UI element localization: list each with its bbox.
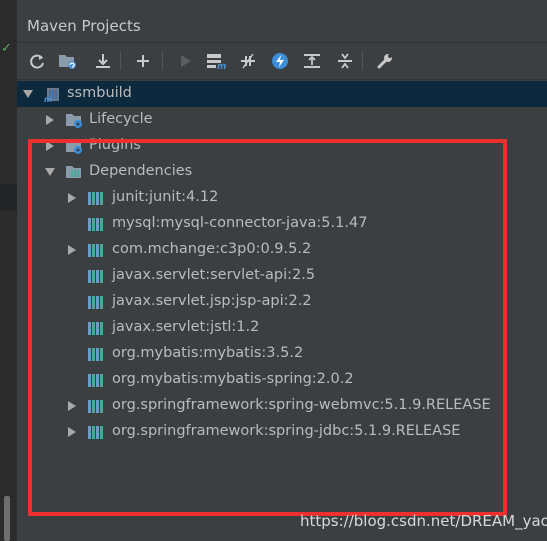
add-icon[interactable] bbox=[132, 50, 154, 72]
gutter-band bbox=[0, 184, 17, 210]
settings-wrench-icon[interactable] bbox=[374, 50, 396, 72]
toolbar-separator bbox=[162, 52, 163, 70]
tree-node-label: Lifecycle bbox=[89, 111, 153, 127]
collapsed-arrow-icon[interactable] bbox=[44, 114, 56, 126]
red-annotation-box bbox=[28, 139, 507, 516]
scrollbar[interactable] bbox=[4, 496, 10, 541]
watermark-text: https://blog.csdn.net/DREAM_yao bbox=[300, 512, 547, 530]
expand-arrow-icon[interactable] bbox=[22, 88, 34, 100]
maven-toolbar: m bbox=[17, 43, 547, 80]
svg-text:m: m bbox=[217, 62, 226, 70]
svg-text:m: m bbox=[44, 95, 52, 102]
tree-node-ssmbuild[interactable]: m ssmbuild bbox=[17, 81, 547, 107]
skip-tests-icon[interactable] bbox=[269, 50, 291, 72]
show-dependencies-icon[interactable] bbox=[301, 50, 323, 72]
execute-goal-icon[interactable]: m bbox=[205, 50, 227, 72]
maven-project-icon: m bbox=[44, 88, 59, 102]
lifecycle-folder-icon bbox=[66, 114, 82, 128]
panel-title: Maven Projects bbox=[27, 17, 141, 35]
tree-node-lifecycle[interactable]: Lifecycle bbox=[17, 107, 547, 133]
toolbar-separator bbox=[120, 52, 121, 70]
tree-node-label: ssmbuild bbox=[67, 85, 132, 101]
editor-gutter: ✓ bbox=[0, 0, 17, 541]
generate-sources-icon[interactable] bbox=[57, 50, 79, 72]
toggle-offline-icon[interactable] bbox=[237, 50, 259, 72]
download-icon[interactable] bbox=[92, 50, 114, 72]
collapse-all-icon[interactable] bbox=[334, 50, 356, 72]
toolbar-separator bbox=[362, 52, 363, 70]
panel-header: Maven Projects bbox=[17, 0, 547, 43]
run-icon[interactable] bbox=[174, 50, 196, 72]
reimport-icon[interactable] bbox=[26, 50, 48, 72]
checkmark-icon: ✓ bbox=[1, 41, 12, 56]
